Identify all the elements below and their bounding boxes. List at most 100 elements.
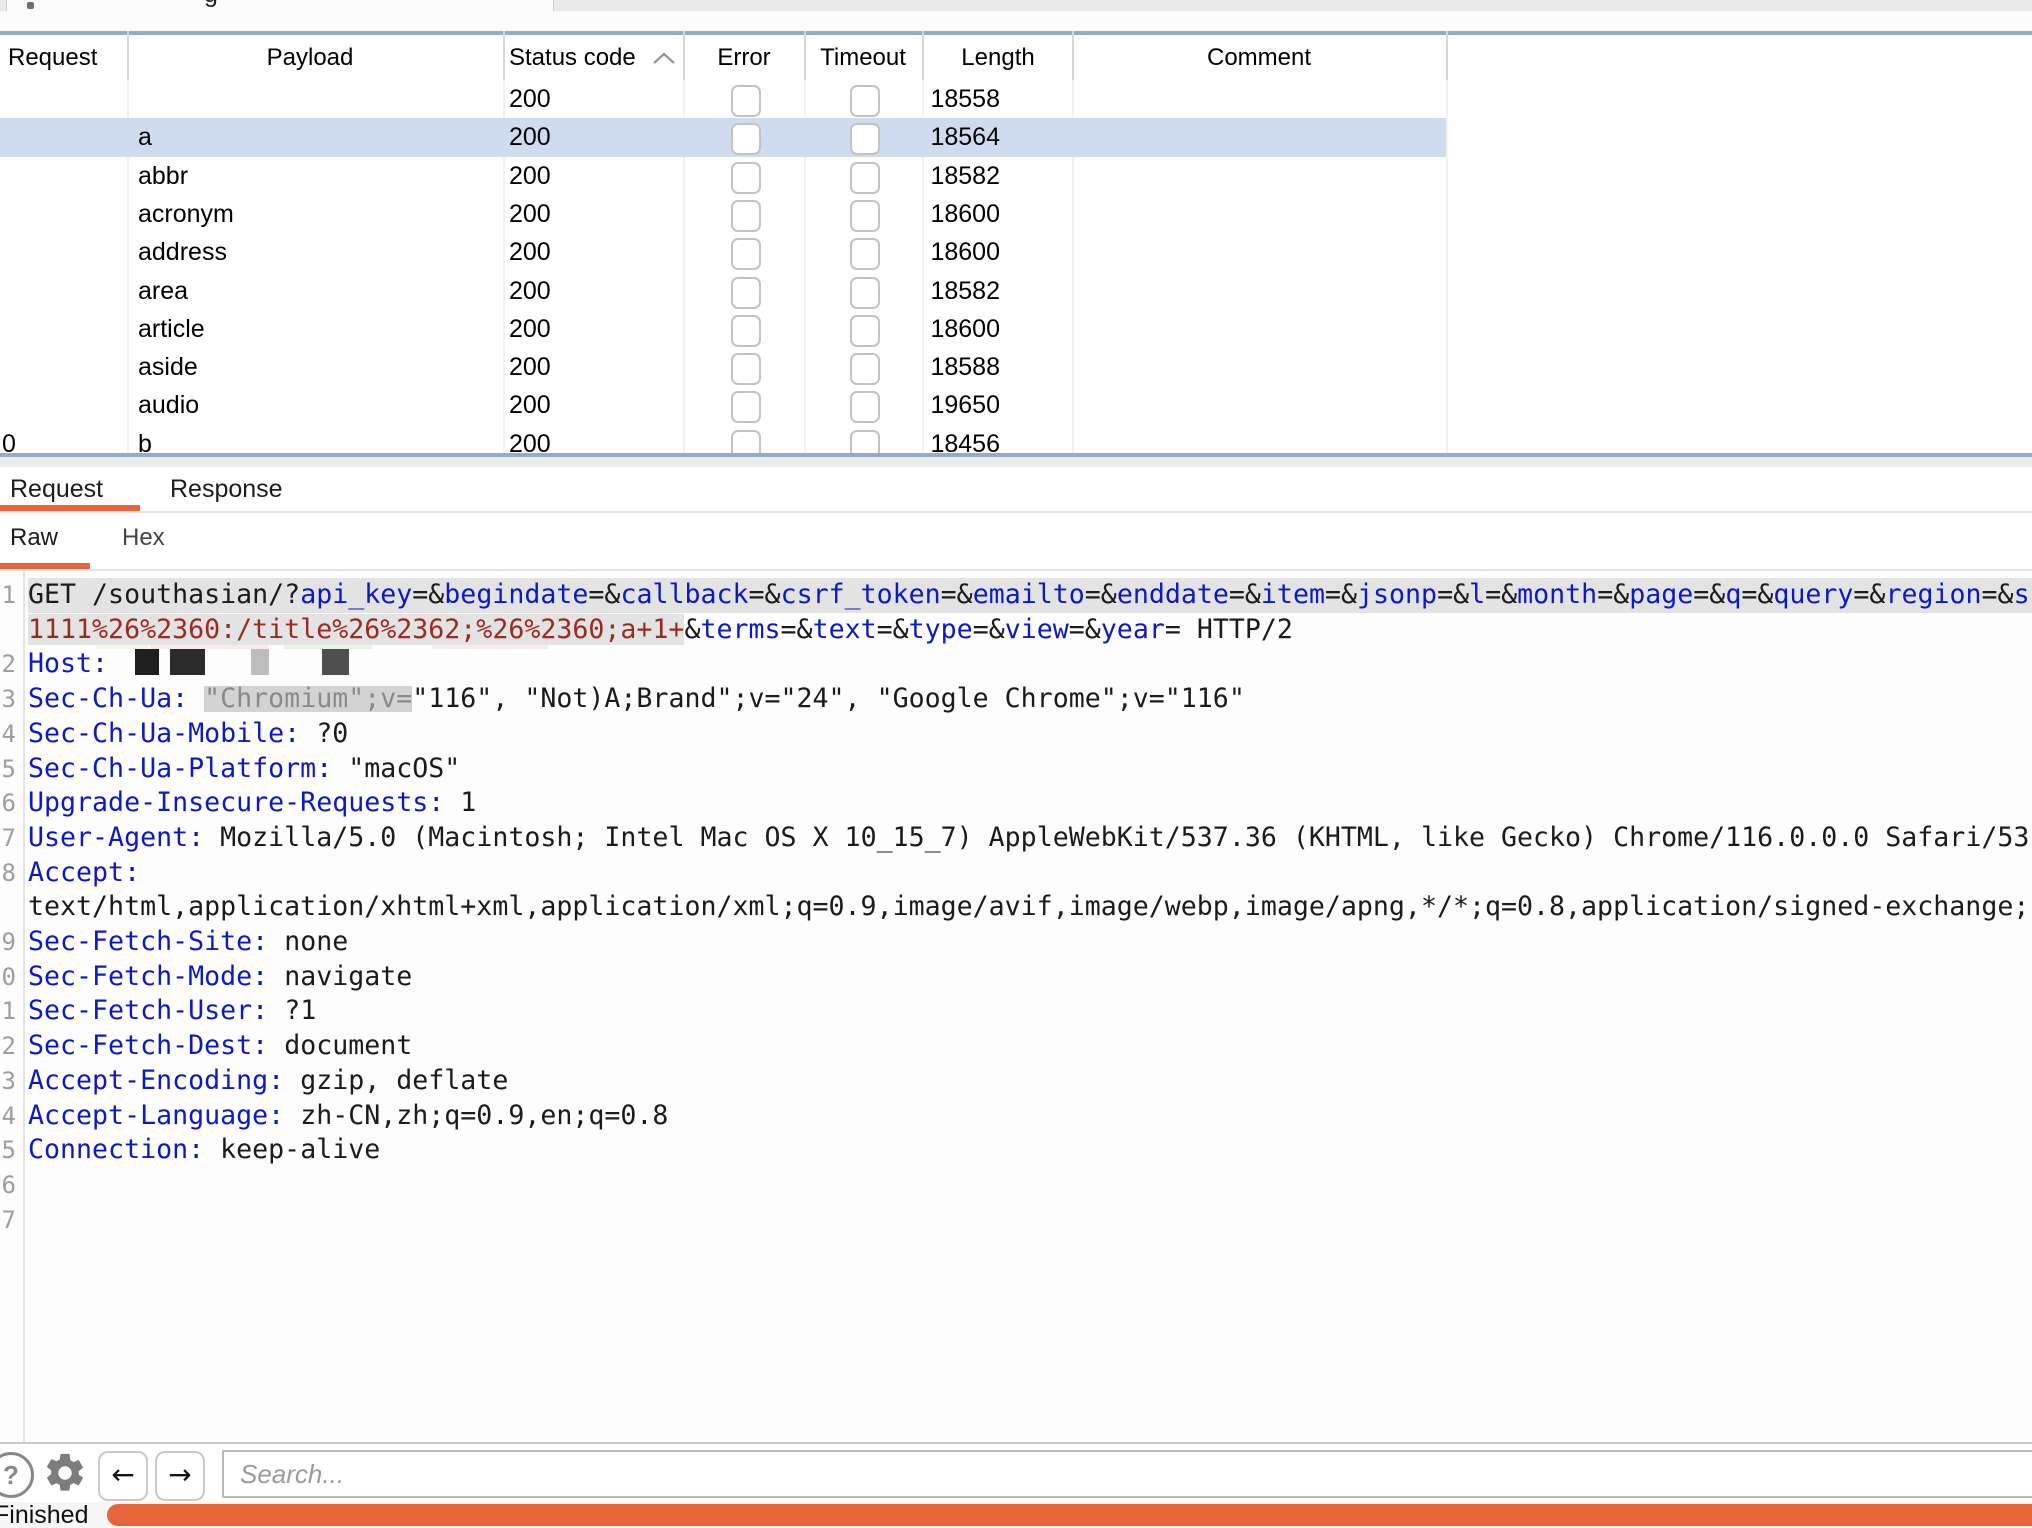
result-row[interactable]: audio20019650 bbox=[0, 386, 2032, 424]
error-checkbox[interactable] bbox=[731, 353, 761, 385]
error-checkbox[interactable] bbox=[731, 391, 761, 423]
result-row[interactable]: 20018558 bbox=[0, 80, 2032, 118]
cell-request bbox=[2, 157, 16, 195]
cell-status-code: 200 bbox=[509, 272, 551, 310]
result-row[interactable]: area20018582 bbox=[0, 272, 2032, 310]
request-line[interactable]: Sec-Fetch-Dest: document bbox=[28, 1029, 412, 1064]
next-match-button[interactable]: → bbox=[155, 1451, 205, 1501]
result-row[interactable]: aside20018588 bbox=[0, 348, 2032, 386]
results-table-header: Request Payload Status code Error Timeou… bbox=[0, 35, 2032, 82]
error-checkbox[interactable] bbox=[731, 430, 761, 453]
request-line[interactable]: Accept-Language: zh-CN,zh;q=0.9,en;q=0.8 bbox=[28, 1099, 668, 1134]
cell-payload: area bbox=[138, 272, 188, 310]
column-separator[interactable] bbox=[1446, 31, 1448, 80]
redaction-box bbox=[170, 649, 205, 675]
line-number: 1 bbox=[0, 578, 16, 613]
cell-request bbox=[2, 272, 16, 310]
cell-payload: article bbox=[138, 310, 205, 348]
column-separator[interactable] bbox=[127, 31, 129, 80]
line-number: 1 bbox=[0, 994, 16, 1029]
cell-status-code: 200 bbox=[509, 310, 551, 348]
column-header-status-code[interactable]: Status code bbox=[509, 35, 636, 80]
request-line[interactable]: User-Agent: Mozilla/5.0 (Macintosh; Inte… bbox=[28, 821, 2029, 856]
cell-status-code: 200 bbox=[509, 425, 551, 453]
line-number: 6 bbox=[0, 1168, 16, 1203]
search-input[interactable] bbox=[222, 1450, 2032, 1498]
help-icon[interactable]: ? bbox=[0, 1452, 34, 1498]
cell-request bbox=[2, 310, 16, 348]
result-row[interactable]: address20018600 bbox=[0, 233, 2032, 271]
error-checkbox[interactable] bbox=[731, 238, 761, 270]
request-line[interactable]: Sec-Ch-Ua-Mobile: ?0 bbox=[28, 717, 348, 752]
gear-icon[interactable] bbox=[42, 1450, 88, 1501]
result-row[interactable]: article 200 18600 bbox=[0, 310, 2032, 348]
view-subtabs: Raw Hex bbox=[0, 513, 2032, 563]
cell-length: 18600 bbox=[860, 195, 1000, 233]
error-checkbox[interactable] bbox=[731, 200, 761, 232]
tab-raw[interactable]: Raw bbox=[10, 513, 58, 563]
request-line[interactable]: Sec-Ch-Ua-Platform: "macOS" bbox=[28, 752, 460, 787]
column-header-timeout[interactable]: Timeout bbox=[813, 35, 913, 80]
redaction-box bbox=[322, 649, 349, 675]
line-number: 2 bbox=[0, 1029, 16, 1064]
request-line[interactable]: GET /southasian/?api_key=&begindate=&cal… bbox=[28, 578, 2032, 613]
previous-match-button[interactable]: ← bbox=[98, 1451, 148, 1501]
result-row[interactable]: acronym20018600 bbox=[0, 195, 2032, 233]
error-checkbox[interactable] bbox=[731, 85, 761, 117]
column-separator[interactable] bbox=[503, 31, 505, 80]
request-line[interactable]: Host: bbox=[28, 647, 349, 682]
line-number: 0 bbox=[0, 960, 16, 995]
cell-length: 18582 bbox=[860, 157, 1000, 195]
line-number: 7 bbox=[0, 1203, 16, 1238]
result-row[interactable]: a20018564 bbox=[0, 118, 1446, 156]
column-separator[interactable] bbox=[683, 31, 685, 80]
column-header-request[interactable]: Request bbox=[8, 35, 97, 80]
window-tab-bar: g bbox=[0, 0, 2032, 11]
tab-response[interactable]: Response bbox=[170, 467, 283, 511]
cell-payload: audio bbox=[138, 386, 199, 424]
request-line[interactable]: Sec-Fetch-Site: none bbox=[28, 925, 348, 960]
tab-hex[interactable]: Hex bbox=[122, 513, 165, 563]
cell-payload: abbr bbox=[138, 157, 188, 195]
request-line[interactable]: text/html,application/xhtml+xml,applicat… bbox=[28, 890, 2029, 925]
cell-request bbox=[2, 233, 16, 271]
request-line[interactable]: 1111%26%2360:/title%26%2362;%26%2360;a+1… bbox=[28, 613, 1293, 648]
line-number: 2 bbox=[0, 647, 16, 682]
request-line[interactable]: Upgrade-Insecure-Requests: 1 bbox=[28, 786, 476, 821]
column-header-comment[interactable]: Comment bbox=[1184, 35, 1334, 80]
request-line[interactable]: Connection: keep-alive bbox=[28, 1133, 380, 1168]
error-checkbox[interactable] bbox=[731, 162, 761, 194]
redaction-box bbox=[135, 649, 159, 675]
cell-status-code: 200 bbox=[509, 118, 551, 156]
results-table-body: 20018558a20018564abbr 200 18582acronym2001… bbox=[0, 80, 2032, 453]
cell-status-code: 200 bbox=[509, 348, 551, 386]
error-checkbox[interactable] bbox=[731, 277, 761, 309]
cell-request bbox=[2, 118, 16, 156]
result-row[interactable]: 0b20018456 bbox=[0, 425, 2032, 453]
cell-length: 18456 bbox=[860, 425, 1000, 453]
tab-icon-fragment bbox=[27, 2, 34, 9]
column-separator[interactable] bbox=[804, 31, 806, 80]
column-header-length[interactable]: Length bbox=[948, 35, 1048, 80]
result-row[interactable]: abbr 200 18582 bbox=[0, 157, 2032, 195]
request-line[interactable]: Accept-Encoding: gzip, deflate bbox=[28, 1064, 508, 1099]
request-line[interactable]: Sec-Fetch-Mode: navigate bbox=[28, 960, 412, 995]
cell-status-code: 200 bbox=[509, 157, 551, 195]
line-number: 8 bbox=[0, 856, 16, 891]
column-header-error[interactable]: Error bbox=[694, 35, 794, 80]
error-checkbox[interactable] bbox=[731, 315, 761, 347]
cell-payload: aside bbox=[138, 348, 198, 386]
column-separator[interactable] bbox=[1072, 31, 1074, 80]
cell-length: 18600 bbox=[860, 310, 1000, 348]
redaction-smudge bbox=[204, 686, 412, 712]
column-separator[interactable] bbox=[922, 31, 924, 80]
request-line[interactable]: Sec-Fetch-User: ?1 bbox=[28, 994, 316, 1029]
attack-progress-bar bbox=[107, 1504, 2032, 1526]
cell-length: 18600 bbox=[860, 233, 1000, 271]
request-line[interactable]: Accept: bbox=[28, 856, 140, 891]
error-checkbox[interactable] bbox=[731, 123, 761, 155]
column-header-payload[interactable]: Payload bbox=[230, 35, 390, 80]
sort-ascending-icon bbox=[652, 51, 676, 70]
burp-intruder-results-window: g Request Payload Status code Error Time… bbox=[0, 0, 2032, 1528]
request-editor[interactable]: 1 GET /southasian/?api_key=&begindate=&ca… bbox=[0, 571, 2032, 1444]
